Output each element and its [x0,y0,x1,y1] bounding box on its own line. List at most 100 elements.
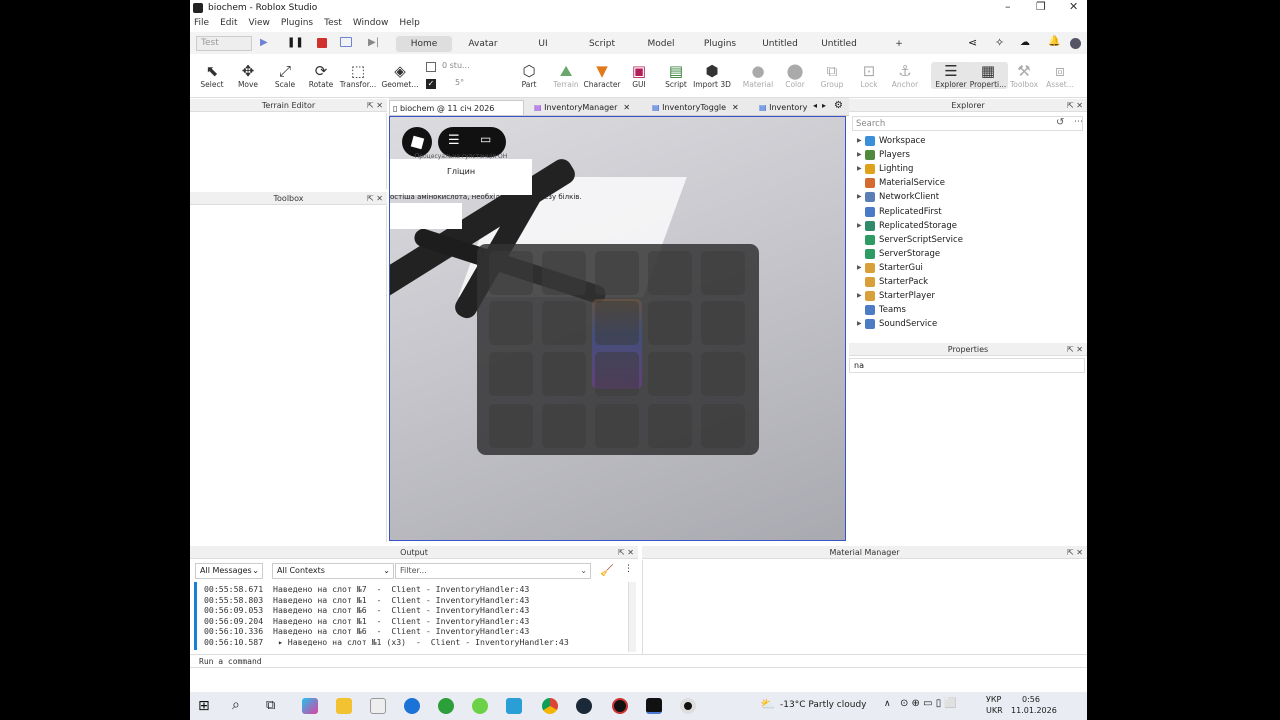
scroll-right-icon[interactable]: ▸ [822,101,826,110]
message-filter-select[interactable]: All Messages ⌄ [195,563,263,579]
explorer-search-input[interactable]: Search ↺ ⋯ [852,116,1083,131]
inventory-slot[interactable] [648,251,692,295]
stop-icon[interactable] [317,38,327,48]
roblox-studio-taskbar-icon[interactable] [646,698,662,714]
avatar[interactable] [1070,38,1081,49]
output-scrollbar[interactable] [628,582,636,652]
panel-close-icon[interactable]: ⇱ ✕ [1067,343,1083,356]
menu-file[interactable]: File [194,18,209,28]
tab-model[interactable]: Model [636,36,686,52]
copilot-icon[interactable] [302,698,318,714]
color-tool[interactable]: ⬤ Color [775,62,815,89]
lock-tool[interactable]: ⊡ Lock [849,62,889,89]
explorer-item-workspace[interactable]: ▶ Workspace [857,134,925,148]
inventory-slot[interactable] [595,404,639,448]
panel-close-icon[interactable]: ⇱ ✕ [367,192,383,205]
edge-browser-icon[interactable] [438,698,454,714]
expand-arrow-icon[interactable]: ▶ [857,261,865,275]
close-icon[interactable]: ✕ [623,103,630,112]
inventory-slot[interactable] [648,301,692,345]
file-app-icon[interactable] [506,698,522,714]
rotate-tool[interactable]: ⟳ Rotate [301,62,341,89]
menu-test[interactable]: Test [324,18,342,28]
doc-tab-inventory-toggle[interactable]: ▤ InventoryToggle ✕ [649,100,749,115]
properties-tool[interactable]: ▦ Properti... [968,62,1008,89]
expand-arrow-icon[interactable]: ▶ [857,289,865,303]
game-viewport[interactable]: ☰ ▭ Процесуальна гулстанція ОН Гліцин ос… [389,116,846,541]
test-mode-select[interactable]: Test [196,36,252,51]
explorer-item-starterplayer[interactable]: ▶ StarterPlayer [857,289,935,303]
hamburger-menu-icon[interactable]: ☰ [448,133,460,148]
properties-filter-input[interactable]: na [849,358,1085,373]
gui-tool[interactable]: ▣ GUI [619,62,659,89]
app-icon[interactable] [612,698,628,714]
expand-arrow-icon[interactable]: ▶ [857,148,865,162]
inventory-slot[interactable] [648,404,692,448]
expand-arrow-icon[interactable]: ▶ [857,317,865,331]
step-icon[interactable]: ▶| [368,37,379,48]
menu-plugins[interactable]: Plugins [281,18,313,28]
select-tool[interactable]: ⬉ Select [192,62,232,89]
move-tool[interactable]: ✥ Move [228,62,268,89]
explorer-item-materialservice[interactable]: MaterialService [857,176,945,190]
explorer-tool[interactable]: ☰ Explorer [931,62,971,89]
clock-date[interactable]: 11.01.2026 [1011,706,1057,715]
snap-rotate-checkbox[interactable]: ✓ [426,79,436,89]
tab-ui[interactable]: UI [518,36,568,52]
menu-view[interactable]: View [249,18,270,28]
explorer-item-replicatedfirst[interactable]: ReplicatedFirst [857,205,942,219]
transform-tool[interactable]: ⬚ Transfor... [338,62,378,89]
tab-script[interactable]: Script [577,36,627,52]
file-explorer-icon[interactable] [336,698,352,714]
close-button[interactable]: ✕ [1069,0,1078,13]
toolbox-tool[interactable]: ⚒ Toolbox [1004,62,1044,89]
gear-icon[interactable]: ⚙ [834,100,843,111]
tab-untitled-2[interactable]: Untitled [814,36,864,52]
chrome-icon[interactable] [542,698,558,714]
chat-app-icon[interactable] [472,698,488,714]
expand-arrow-icon[interactable]: ▶ [857,190,865,204]
expand-arrow-icon[interactable]: ▶ [857,219,865,233]
close-icon[interactable]: ✕ [732,103,739,112]
language-indicator[interactable]: УКР [986,695,1001,704]
menu-edit[interactable]: Edit [220,18,237,28]
inventory-slot[interactable] [542,301,586,345]
search-icon[interactable]: ⌕ [232,697,240,713]
inventory-slot[interactable] [701,251,745,295]
task-view-icon[interactable]: ⧉ [266,698,275,713]
panel-close-icon[interactable]: ⇱ ✕ [1067,99,1083,112]
import-3d-tool[interactable]: ⬢ Import 3D [692,62,732,89]
more-icon[interactable]: ⋮ [624,564,633,574]
doc-tab-inventory[interactable]: ▤ Inventory [756,100,811,115]
cloud-icon[interactable]: ☁ [1020,37,1030,48]
inventory-slot[interactable] [542,352,586,396]
add-tab-button[interactable]: + [884,36,914,52]
edge-icon[interactable] [404,698,420,714]
windows-start-icon[interactable]: ⊞ [198,698,210,714]
scale-tool[interactable]: ⤢ Scale [265,62,305,89]
expand-arrow-icon[interactable]: ▶ [857,134,865,148]
clock-time[interactable]: 0:56 [1022,695,1040,704]
expand-arrow-icon[interactable]: ▶ [857,162,865,176]
explorer-item-starterpack[interactable]: StarterPack [857,275,928,289]
tab-plugins[interactable]: Plugins [695,36,745,52]
share-icon[interactable]: ⋖ [968,36,977,49]
steam-icon[interactable] [576,698,592,714]
menu-help[interactable]: Help [399,18,420,28]
chat-icon[interactable]: ▭ [480,132,491,146]
inventory-slot[interactable] [595,352,639,396]
inventory-slot[interactable] [489,404,533,448]
explorer-item-serverscriptservice[interactable]: ServerScriptService [857,233,963,247]
terrain-tool[interactable]: ⛰ Terrain [546,62,586,89]
pause-icon[interactable]: ❚❚ [287,37,304,48]
explorer-item-replicatedstorage[interactable]: ▶ ReplicatedStorage [857,219,957,233]
tab-avatar[interactable]: Avatar [458,36,508,52]
panel-close-icon[interactable]: ⇱ ✕ [1067,546,1083,559]
inventory-slot[interactable] [701,352,745,396]
command-bar-input[interactable]: Run a command [190,654,1087,668]
character-tool[interactable]: ▼ Character [582,62,622,89]
anchor-tool[interactable]: ⚓ Anchor [885,62,925,89]
client-server-icon[interactable] [340,37,352,47]
clear-output-icon[interactable]: 🧹 [600,564,614,577]
inventory-slot[interactable] [542,404,586,448]
